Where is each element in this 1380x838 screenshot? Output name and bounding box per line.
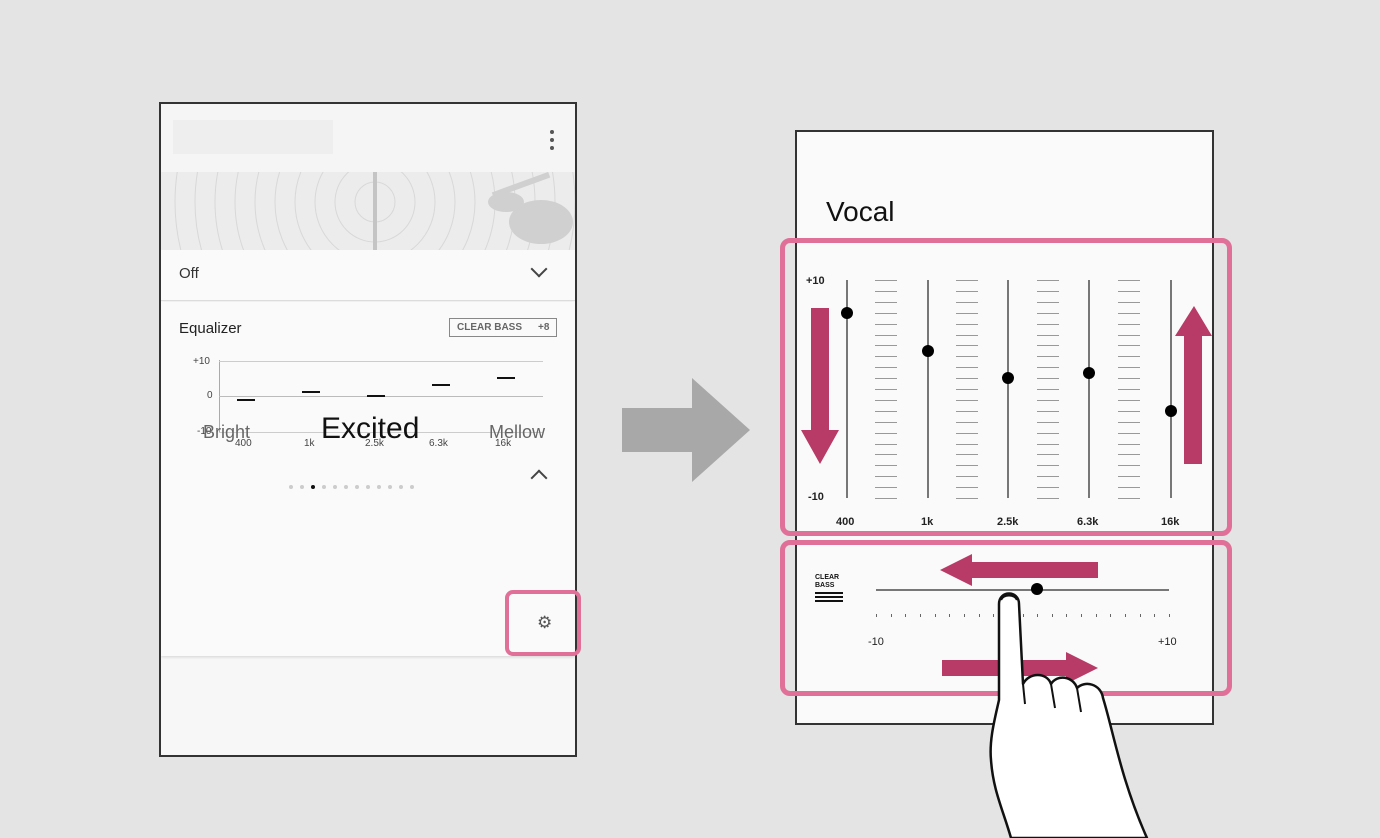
page-dot [355,485,359,489]
chevron-down-icon[interactable] [530,260,548,278]
page-dot [333,485,337,489]
page-dot [322,485,326,489]
eq-band-level [497,377,515,379]
left-phone-screen: Off Equalizer CLEAR BASS +8 +10 0 -10 40… [159,102,577,757]
app-title-placeholder [173,120,333,154]
eq-band-level [367,395,385,397]
arrow-up-icon [1175,306,1212,464]
page-dot [300,485,304,489]
page-dot [399,485,403,489]
preset-current[interactable]: Excited [321,412,419,446]
page-dot [366,485,370,489]
grid-line-top [219,361,543,362]
band-label-1k: 1k [304,438,315,449]
clear-bass-label: CLEAR BASS [457,322,523,333]
surround-dropdown[interactable]: Off [161,250,575,301]
page-dot [388,485,392,489]
page-dot [344,485,348,489]
hand-pointer-icon [989,592,1149,838]
app-top-bar [161,104,575,172]
eq-band-level [302,391,320,394]
band-label-6-3k: 6.3k [429,438,448,449]
page-dot [410,485,414,489]
page-dot [311,485,315,489]
clear-bass-value: +8 [538,322,550,333]
surround-hero-image [161,172,575,250]
transition-arrow-icon [622,378,750,482]
clear-bass-badge: CLEAR BASS +8 [449,318,557,337]
preset-name: Vocal [826,196,895,227]
eq-band-level [237,398,255,401]
arrow-down-icon [801,308,839,464]
preset-next[interactable]: Mellow [489,422,545,443]
page-dot [377,485,381,489]
preset-prev[interactable]: Bright [203,422,250,443]
page-dot [289,485,293,489]
surround-illustration [174,172,575,250]
chevron-up-icon[interactable] [530,469,548,487]
y-axis-zero: 0 [207,390,213,401]
gear-icon[interactable]: ⚙ [537,613,552,633]
eq-band-level [432,384,450,387]
y-axis-max: +10 [193,356,210,367]
equalizer-title: Equalizer [179,320,242,337]
surround-value: Off [179,265,199,282]
equalizer-highlight [780,238,1232,536]
page-indicator [289,476,421,494]
more-options-icon[interactable] [549,130,555,152]
